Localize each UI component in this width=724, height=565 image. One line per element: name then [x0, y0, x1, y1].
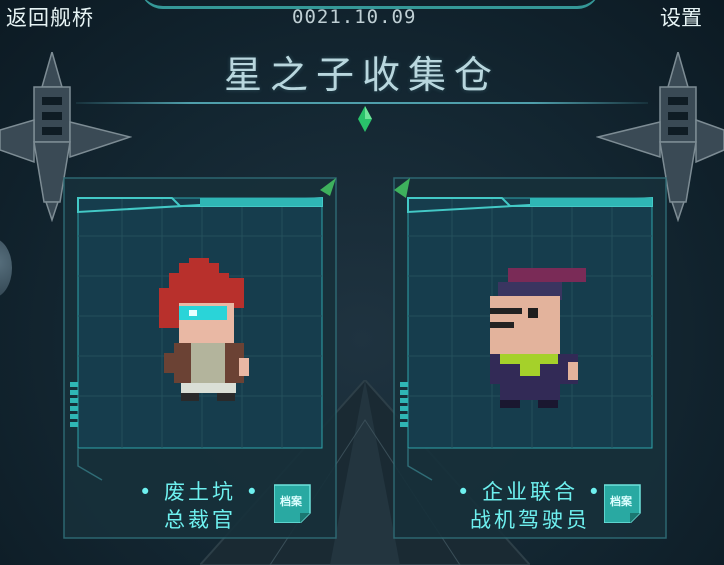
top-bar: 返回舰桥 0021.10.09 设置 — [0, 0, 724, 36]
back-to-bridge-button[interactable]: 返回舰桥 — [6, 2, 94, 32]
settings-button[interactable]: 设置 — [660, 2, 702, 32]
dossier-button[interactable]: 档案 — [603, 483, 644, 524]
planet-decoration — [0, 238, 12, 298]
character-card-2[interactable]: • 企业联合 • 战机驾驶员 档案 — [392, 176, 668, 540]
character-card-1[interactable]: • 废土坑 • 总裁官 档案 — [62, 176, 338, 540]
title-divider — [76, 102, 648, 104]
dossier-label: 档案 — [610, 495, 632, 508]
character-avatar-wasteland-president — [159, 258, 249, 401]
character-avatar-corporate-pilot — [490, 268, 586, 408]
date-display: 0021.10.09 — [292, 6, 417, 28]
dossier-button[interactable]: 档案 — [273, 483, 314, 524]
green-gem-icon — [358, 106, 372, 132]
dossier-label: 档案 — [280, 495, 302, 508]
